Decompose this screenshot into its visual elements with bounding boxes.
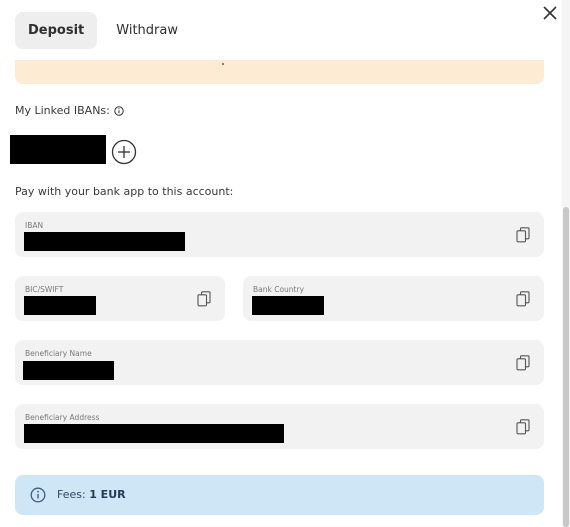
fees-label: Fees: [57, 488, 90, 501]
linked-ibans-heading: My Linked IBANs: [15, 104, 124, 117]
beneficiary-name-value-redacted [23, 361, 114, 380]
tab-withdraw[interactable]: Withdraw [97, 12, 197, 49]
info-icon [30, 487, 46, 503]
warning-banner [15, 60, 544, 84]
fees-banner: Fees: 1 EUR [15, 475, 544, 515]
iban-label: IBAN [25, 221, 44, 230]
beneficiary-name-field: Beneficiary Name [15, 340, 544, 385]
copy-icon[interactable] [516, 227, 530, 243]
tab-deposit[interactable]: Deposit [15, 12, 98, 49]
deposit-withdraw-tabs: Deposit Withdraw [15, 12, 197, 49]
linked-ibans-label: My Linked IBANs: [15, 104, 110, 117]
bic-label: BIC/SWIFT [25, 285, 64, 294]
bank-country-field: Bank Country [243, 276, 544, 321]
iban-field: IBAN [15, 212, 544, 257]
beneficiary-address-label: Beneficiary Address [25, 413, 100, 422]
bic-field: BIC/SWIFT [15, 276, 225, 321]
copy-icon[interactable] [516, 419, 530, 435]
add-iban-icon[interactable] [111, 139, 137, 165]
scrollbar-thumb[interactable] [563, 207, 569, 527]
bic-value-redacted [24, 296, 96, 315]
warning-text-fragment [222, 63, 224, 65]
iban-value-redacted [24, 232, 185, 251]
beneficiary-address-value-redacted [24, 424, 284, 443]
copy-icon[interactable] [516, 355, 530, 371]
info-icon[interactable] [114, 105, 124, 116]
pay-instruction: Pay with your bank app to this account: [15, 185, 234, 198]
bank-country-value-redacted [252, 296, 324, 315]
bank-country-label: Bank Country [253, 285, 305, 294]
linked-iban-chip-redacted[interactable] [10, 135, 106, 164]
beneficiary-name-label: Beneficiary Name [25, 349, 92, 358]
fees-text: Fees: 1 EUR [57, 488, 126, 501]
close-icon[interactable] [541, 4, 559, 22]
copy-icon[interactable] [516, 291, 530, 307]
copy-icon[interactable] [197, 291, 211, 307]
beneficiary-address-field: Beneficiary Address [15, 404, 544, 449]
fees-value: 1 EUR [89, 488, 126, 501]
